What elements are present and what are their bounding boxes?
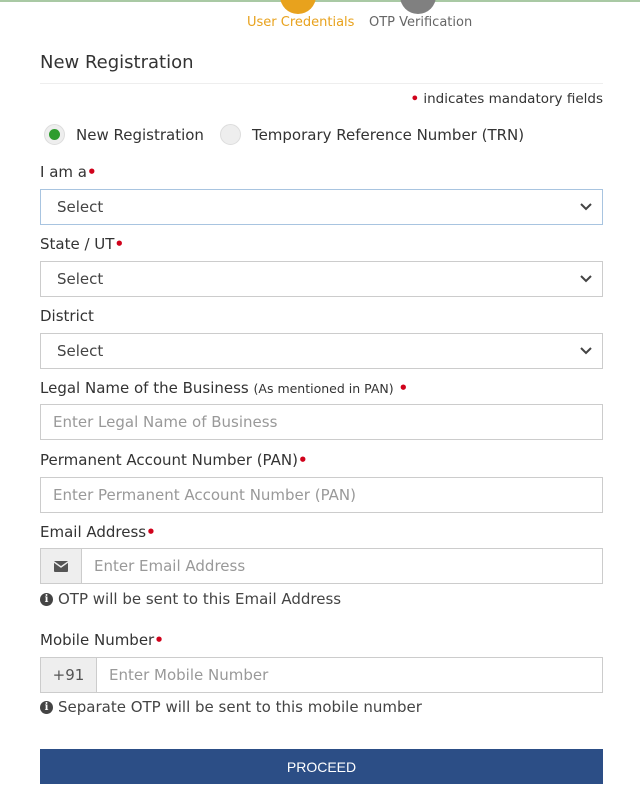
email-input[interactable]: Enter Email Address <box>82 557 245 575</box>
legal-name-placeholder: Enter Legal Name of Business <box>53 413 278 431</box>
envelope-glyph <box>54 560 68 572</box>
i-am-a-value: Select <box>57 198 104 216</box>
mandatory-note: • indicates mandatory fields <box>410 91 603 107</box>
registration-type-group: New Registration Temporary Reference Num… <box>44 124 540 145</box>
district-label: District <box>40 307 94 325</box>
pan-input[interactable]: Enter Permanent Account Number (PAN) <box>40 477 603 513</box>
required-marker: • <box>154 631 164 649</box>
required-marker: • <box>146 523 156 541</box>
pan-label: Permanent Account Number (PAN)• <box>40 451 308 469</box>
radio-new-registration[interactable] <box>44 124 65 145</box>
step-indicator-user-credentials <box>280 0 316 14</box>
legal-name-label: Legal Name of the Business (As mentioned… <box>40 379 408 397</box>
pan-placeholder: Enter Permanent Account Number (PAN) <box>53 486 356 504</box>
mobile-input[interactable]: Enter Mobile Number <box>97 666 268 684</box>
email-help-text: OTP will be sent to this Email Address <box>58 590 342 608</box>
chevron-down-icon <box>580 203 592 211</box>
radio-label-trn[interactable]: Temporary Reference Number (TRN) <box>252 126 524 144</box>
required-marker: • <box>86 163 97 181</box>
mobile-help: i Separate OTP will be sent to this mobi… <box>40 698 422 716</box>
chevron-down-icon <box>580 275 592 283</box>
mobile-label-text: Mobile Number <box>40 631 155 649</box>
district-value: Select <box>57 342 104 360</box>
state-label: State / UT• <box>40 235 124 253</box>
state-label-text: State / UT <box>40 235 115 253</box>
legal-name-label-text: Legal Name of the Business <box>40 379 249 397</box>
top-border <box>0 0 640 2</box>
required-marker: • <box>410 91 420 107</box>
i-am-a-select[interactable]: Select <box>40 189 603 225</box>
required-marker: • <box>114 235 125 253</box>
envelope-icon <box>41 549 82 583</box>
i-am-a-label-text: I am a <box>40 163 87 181</box>
email-label-text: Email Address <box>40 523 147 541</box>
divider <box>40 83 603 84</box>
state-value: Select <box>57 270 104 288</box>
step-indicator-otp-verification <box>400 0 436 14</box>
radio-selected-dot <box>49 129 60 140</box>
legal-name-input[interactable]: Enter Legal Name of Business <box>40 404 603 440</box>
step-label-user-credentials: User Credentials <box>247 15 355 30</box>
proceed-button[interactable]: PROCEED <box>40 749 603 784</box>
page-title: New Registration <box>40 52 194 73</box>
mobile-input-group: +91 Enter Mobile Number <box>40 657 603 693</box>
country-code-prefix: +91 <box>41 658 97 692</box>
radio-trn[interactable] <box>219 124 241 145</box>
email-label: Email Address• <box>40 523 156 541</box>
step-label-otp-verification: OTP Verification <box>369 15 473 30</box>
mandatory-note-text: indicates mandatory fields <box>423 91 603 107</box>
pan-label-text: Permanent Account Number (PAN) <box>40 451 298 469</box>
required-marker: • <box>297 451 308 469</box>
info-icon: i <box>40 700 53 714</box>
legal-name-hint: (As mentioned in PAN) <box>253 381 394 396</box>
required-marker: • <box>398 379 409 397</box>
state-select[interactable]: Select <box>40 261 603 297</box>
district-select[interactable]: Select <box>40 333 603 369</box>
chevron-down-icon <box>580 347 592 355</box>
radio-label-new-registration[interactable]: New Registration <box>76 126 204 144</box>
email-input-group: Enter Email Address <box>40 548 603 584</box>
mobile-label: Mobile Number• <box>40 631 164 649</box>
email-help: i OTP will be sent to this Email Address <box>40 590 341 608</box>
info-icon: i <box>40 592 53 606</box>
mobile-help-text: Separate OTP will be sent to this mobile… <box>58 698 422 716</box>
i-am-a-label: I am a• <box>40 163 97 181</box>
